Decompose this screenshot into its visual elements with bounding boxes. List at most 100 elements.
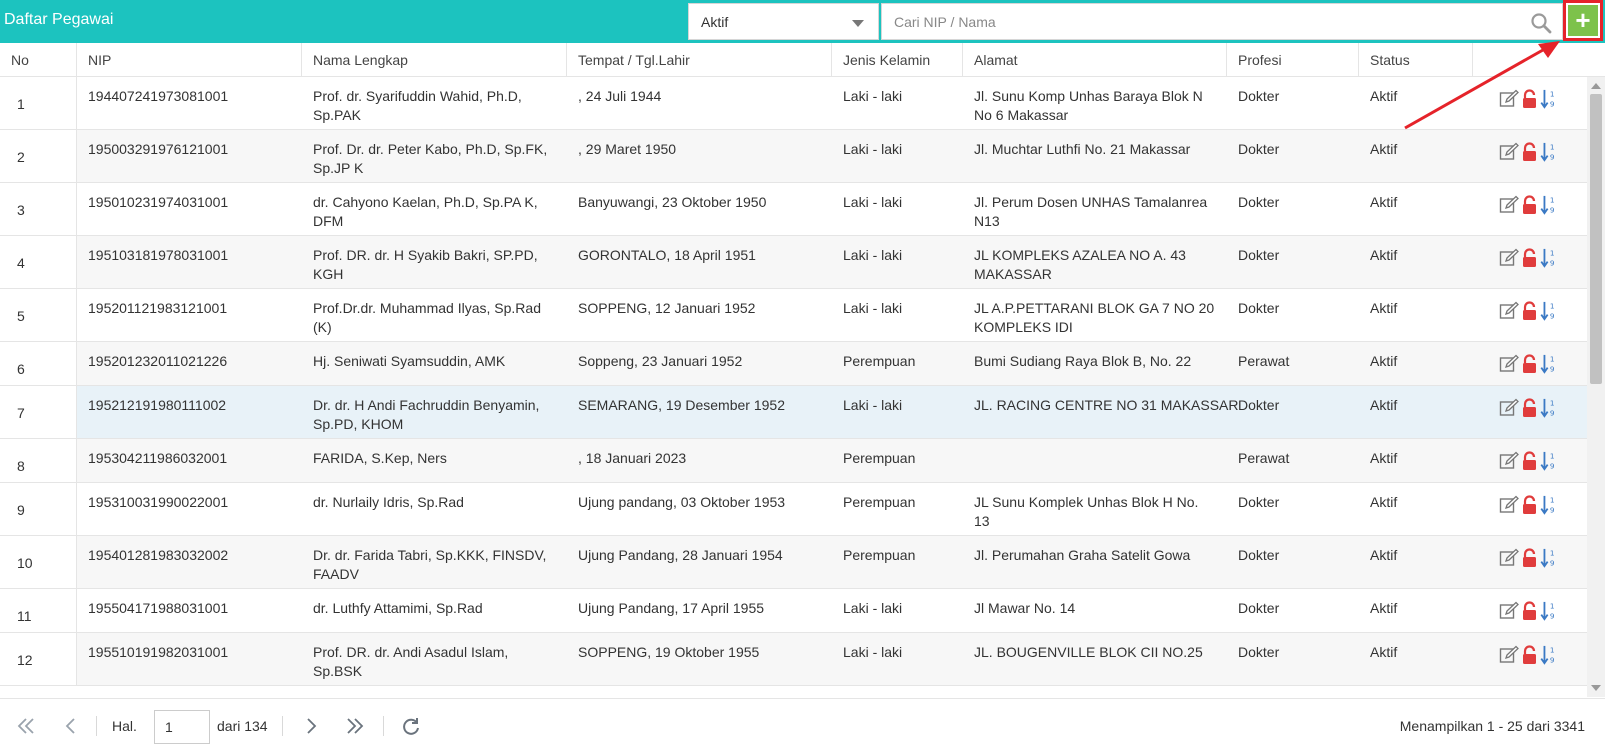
cell-nama-line: Dr. dr. H Andi Fachruddin Benyamin, [313, 397, 540, 413]
row-number-cell [0, 589, 77, 632]
edit-icon[interactable] [1499, 548, 1519, 568]
cell-nama-line: (K) [313, 319, 332, 335]
sort-numeric-icon[interactable]: 19 [1539, 601, 1559, 621]
edit-icon[interactable] [1499, 451, 1519, 471]
first-page-icon[interactable] [15, 715, 37, 737]
cell-nama: Dr. dr. H Andi Fachruddin Benyamin, Sp.PD… [313, 396, 539, 434]
edit-icon[interactable] [1499, 248, 1519, 268]
lock-icon[interactable] [1520, 495, 1540, 515]
cell-no: 4 [17, 255, 25, 271]
sort-numeric-icon[interactable]: 19 [1539, 89, 1559, 109]
edit-icon[interactable] [1499, 398, 1519, 418]
edit-icon[interactable] [1499, 645, 1519, 665]
sort-numeric-icon[interactable]: 19 [1539, 645, 1559, 665]
last-page-icon[interactable] [344, 715, 366, 737]
sort-numeric-icon[interactable]: 19 [1539, 548, 1559, 568]
sort-numeric-icon[interactable]: 19 [1539, 301, 1559, 321]
prev-page-icon[interactable] [60, 715, 82, 737]
sort-numeric-icon[interactable]: 19 [1539, 195, 1559, 215]
svg-text:1: 1 [1550, 248, 1555, 257]
row-number-cell [0, 342, 77, 385]
search-icon[interactable] [1530, 12, 1552, 34]
edit-icon[interactable] [1499, 89, 1519, 109]
edit-icon[interactable] [1499, 601, 1519, 621]
lock-icon[interactable] [1520, 451, 1540, 471]
edit-icon[interactable] [1499, 301, 1519, 321]
edit-icon[interactable] [1499, 495, 1519, 515]
row-number-cell [0, 439, 77, 482]
row-actions: 19 [1499, 195, 1559, 217]
sort-numeric-icon[interactable]: 19 [1539, 495, 1559, 515]
column-header-profesi[interactable]: Profesi [1227, 43, 1359, 77]
cell-jenis-kelamin: Laki - laki [843, 644, 903, 660]
lock-icon[interactable] [1520, 195, 1540, 215]
scroll-up-icon[interactable] [1591, 83, 1601, 89]
lock-icon[interactable] [1520, 142, 1540, 162]
lock-icon[interactable] [1520, 301, 1540, 321]
table-row[interactable]: 6 195201232011021226 Hj. Seniwati Syamsudd… [0, 342, 1587, 386]
cell-no: 1 [17, 96, 25, 112]
scroll-down-icon[interactable] [1591, 685, 1601, 691]
edit-icon[interactable] [1499, 195, 1519, 215]
cell-nama-line: Dr. dr. Farida Tabri, Sp.KKK, FINSDV, [313, 547, 547, 563]
column-header-status[interactable]: Status [1359, 43, 1473, 77]
page-number-input[interactable] [154, 710, 210, 744]
column-header-nama[interactable]: Nama Lengkap [302, 43, 567, 77]
cell-nama: Prof. Dr. dr. Peter Kabo, Ph.D, Sp.FK, Sp… [313, 140, 547, 178]
table-row[interactable]: 4 195103181978031001 Prof. DR. dr. H Syaki… [0, 236, 1587, 289]
cell-nip: 195310031990022001 [88, 494, 229, 510]
row-number-cell [0, 483, 77, 535]
cell-tempat-tgl-lahir: SEMARANG, 19 Desember 1952 [578, 397, 785, 413]
table-row[interactable]: 11 195504171988031001 dr. Luthfy Attamimi,… [0, 589, 1587, 633]
sort-numeric-icon[interactable]: 19 [1539, 451, 1559, 471]
cell-nama-line: Prof.Dr.dr. Muhammad Ilyas, Sp.Rad [313, 300, 541, 316]
table-row[interactable]: 12 195510191982031001 Prof. DR. dr. Andi A… [0, 633, 1587, 686]
scroll-thumb[interactable] [1590, 94, 1602, 384]
lock-icon[interactable] [1520, 601, 1540, 621]
table-row[interactable]: 10 195401281983032002 Dr. dr. Farida Tabri… [0, 536, 1587, 589]
edit-icon[interactable] [1499, 354, 1519, 374]
lock-icon[interactable] [1520, 645, 1540, 665]
cell-alamat-line: 13 [974, 513, 990, 529]
column-header-nip[interactable]: NIP [77, 43, 302, 77]
cell-no: 2 [17, 149, 25, 165]
column-header-alamat[interactable]: Alamat [963, 43, 1227, 77]
status-filter-select[interactable]: Aktif [688, 3, 879, 40]
sort-numeric-icon[interactable]: 19 [1539, 142, 1559, 162]
lock-icon[interactable] [1520, 354, 1540, 374]
vertical-scrollbar[interactable] [1587, 77, 1605, 697]
sort-numeric-icon[interactable]: 19 [1539, 354, 1559, 374]
column-header-no[interactable]: No [0, 43, 77, 77]
cell-profesi: Dokter [1238, 547, 1280, 563]
column-header-ttl[interactable]: Tempat / Tgl.Lahir [567, 43, 832, 77]
record-summary: Menampilkan 1 - 25 dari 3341 [1399, 718, 1585, 734]
lock-icon[interactable] [1520, 398, 1540, 418]
table-row[interactable]: 2 195003291976121001 Prof. Dr. dr. Peter K… [0, 130, 1587, 183]
table-row[interactable]: 9 195310031990022001 dr. Nurlaily Idris, S… [0, 483, 1587, 536]
sort-numeric-icon[interactable]: 19 [1539, 398, 1559, 418]
cell-tempat-tgl-lahir: Ujung Pandang, 28 Januari 1954 [578, 547, 783, 563]
table-row[interactable]: 1 194407241973081001 Prof. dr. Syarifuddin… [0, 77, 1587, 130]
cell-no: 5 [17, 308, 25, 324]
lock-icon[interactable] [1520, 89, 1540, 109]
row-actions: 19 [1499, 301, 1559, 323]
table-row[interactable]: 5 195201121983121001 Prof.Dr.dr. Muhammad … [0, 289, 1587, 342]
cell-nip: 195510191982031001 [88, 644, 229, 660]
cell-nama-line: dr. Cahyono Kaelan, Ph.D, Sp.PA K, [313, 194, 538, 210]
table-row[interactable]: 8 195304211986032001 FARIDA, S.Kep, Ners , … [0, 439, 1587, 483]
next-page-icon[interactable] [300, 715, 322, 737]
cell-nama: Prof. DR. dr. Andi Asadul Islam, Sp.BSK [313, 643, 508, 681]
cell-alamat-line: JL. RACING CENTRE NO 31 MAKASSAR [974, 397, 1239, 413]
add-pegawai-button[interactable]: + [1568, 5, 1598, 36]
lock-icon[interactable] [1520, 548, 1540, 568]
table-row[interactable]: 7 195212191980111002 Dr. dr. H Andi Fachru… [0, 386, 1587, 439]
sort-numeric-icon[interactable]: 19 [1539, 248, 1559, 268]
search-input[interactable] [882, 4, 1522, 39]
column-header-jenis-kelamin[interactable]: Jenis Kelamin [832, 43, 963, 77]
refresh-icon[interactable] [400, 715, 422, 737]
lock-icon[interactable] [1520, 248, 1540, 268]
table-row[interactable]: 3 195010231974031001 dr. Cahyono Kaelan, P… [0, 183, 1587, 236]
cell-nip: 195212191980111002 [88, 397, 227, 413]
cell-no: 3 [17, 202, 25, 218]
edit-icon[interactable] [1499, 142, 1519, 162]
